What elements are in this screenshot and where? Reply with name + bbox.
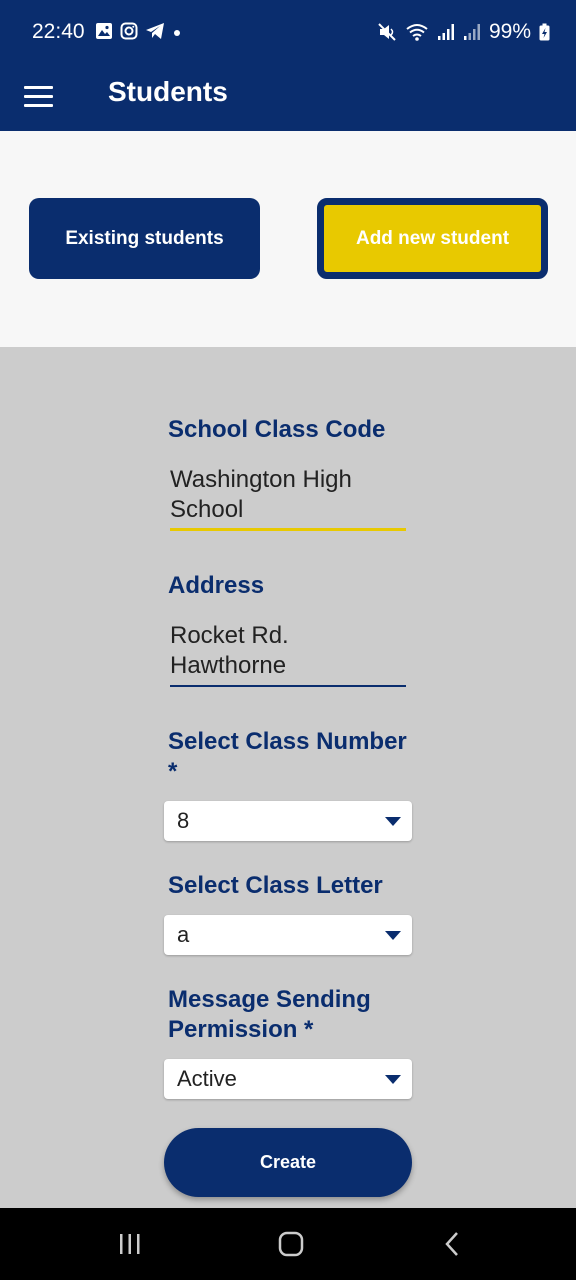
class-letter-select[interactable]: a <box>164 915 412 955</box>
recent-apps-icon[interactable] <box>110 1226 150 1262</box>
system-nav-bar <box>0 1208 576 1280</box>
address-label: Address <box>168 572 265 599</box>
back-icon[interactable] <box>433 1226 473 1262</box>
chevron-down-icon <box>385 1075 401 1084</box>
mute-icon <box>378 23 396 41</box>
message-permission-label-line1: Message Sending <box>168 986 371 1013</box>
notification-dot-icon <box>174 30 180 36</box>
tab-switcher: Existing students Add new student <box>0 131 576 347</box>
message-permission-select[interactable]: Active <box>164 1059 412 1099</box>
address-value-line2: Hawthorne <box>170 652 287 679</box>
school-class-code-value-line1: Washington High <box>170 466 352 493</box>
wifi-icon <box>406 24 428 41</box>
message-permission-label-line2: Permission * <box>168 1016 314 1043</box>
notification-icons <box>95 22 182 40</box>
home-icon[interactable] <box>271 1226 311 1262</box>
student-form: School Class Code Washington High School… <box>0 347 576 1208</box>
class-letter-label: Select Class Letter <box>168 872 383 899</box>
address-underline <box>170 685 406 687</box>
gallery-icon <box>96 23 112 39</box>
status-bar: 22:40 99% <box>0 0 576 64</box>
signal-icon <box>437 24 454 40</box>
hamburger-menu-icon[interactable] <box>24 78 60 114</box>
page-title: Students <box>108 76 228 107</box>
chevron-down-icon <box>385 817 401 826</box>
status-right: 99% <box>377 20 550 44</box>
existing-students-button[interactable]: Existing students <box>29 198 260 279</box>
chevron-down-icon <box>385 931 401 940</box>
class-number-select[interactable]: 8 <box>164 801 412 841</box>
battery-percent: 99% <box>488 20 531 43</box>
school-class-code-value-line2: School <box>170 496 244 523</box>
required-mark: * <box>168 758 178 785</box>
class-number-value: 8 <box>177 808 190 833</box>
address-field[interactable]: Rocket Rd. Hawthorne <box>170 621 406 681</box>
school-class-code-label: School Class Code <box>168 416 386 443</box>
create-button[interactable]: Create <box>164 1128 412 1197</box>
address-value-line1: Rocket Rd. <box>170 622 289 649</box>
message-permission-value: Active <box>177 1066 237 1091</box>
telegram-icon <box>146 23 164 39</box>
message-permission-label: Message Sending Permission * <box>168 985 428 1045</box>
status-time: 22:40 <box>32 20 85 43</box>
signal-2-icon <box>463 24 480 40</box>
add-new-student-button[interactable]: Add new student <box>317 198 548 279</box>
school-class-code-field[interactable]: Washington High School <box>170 465 406 525</box>
app-bar: Students <box>0 64 576 131</box>
class-number-label-text: Select Class Number <box>168 728 407 755</box>
school-class-code-underline <box>170 528 406 531</box>
class-number-label: Select Class Number * <box>168 727 428 787</box>
instagram-icon <box>120 22 138 40</box>
class-letter-value: a <box>177 922 190 947</box>
battery-charging-icon <box>539 23 550 41</box>
